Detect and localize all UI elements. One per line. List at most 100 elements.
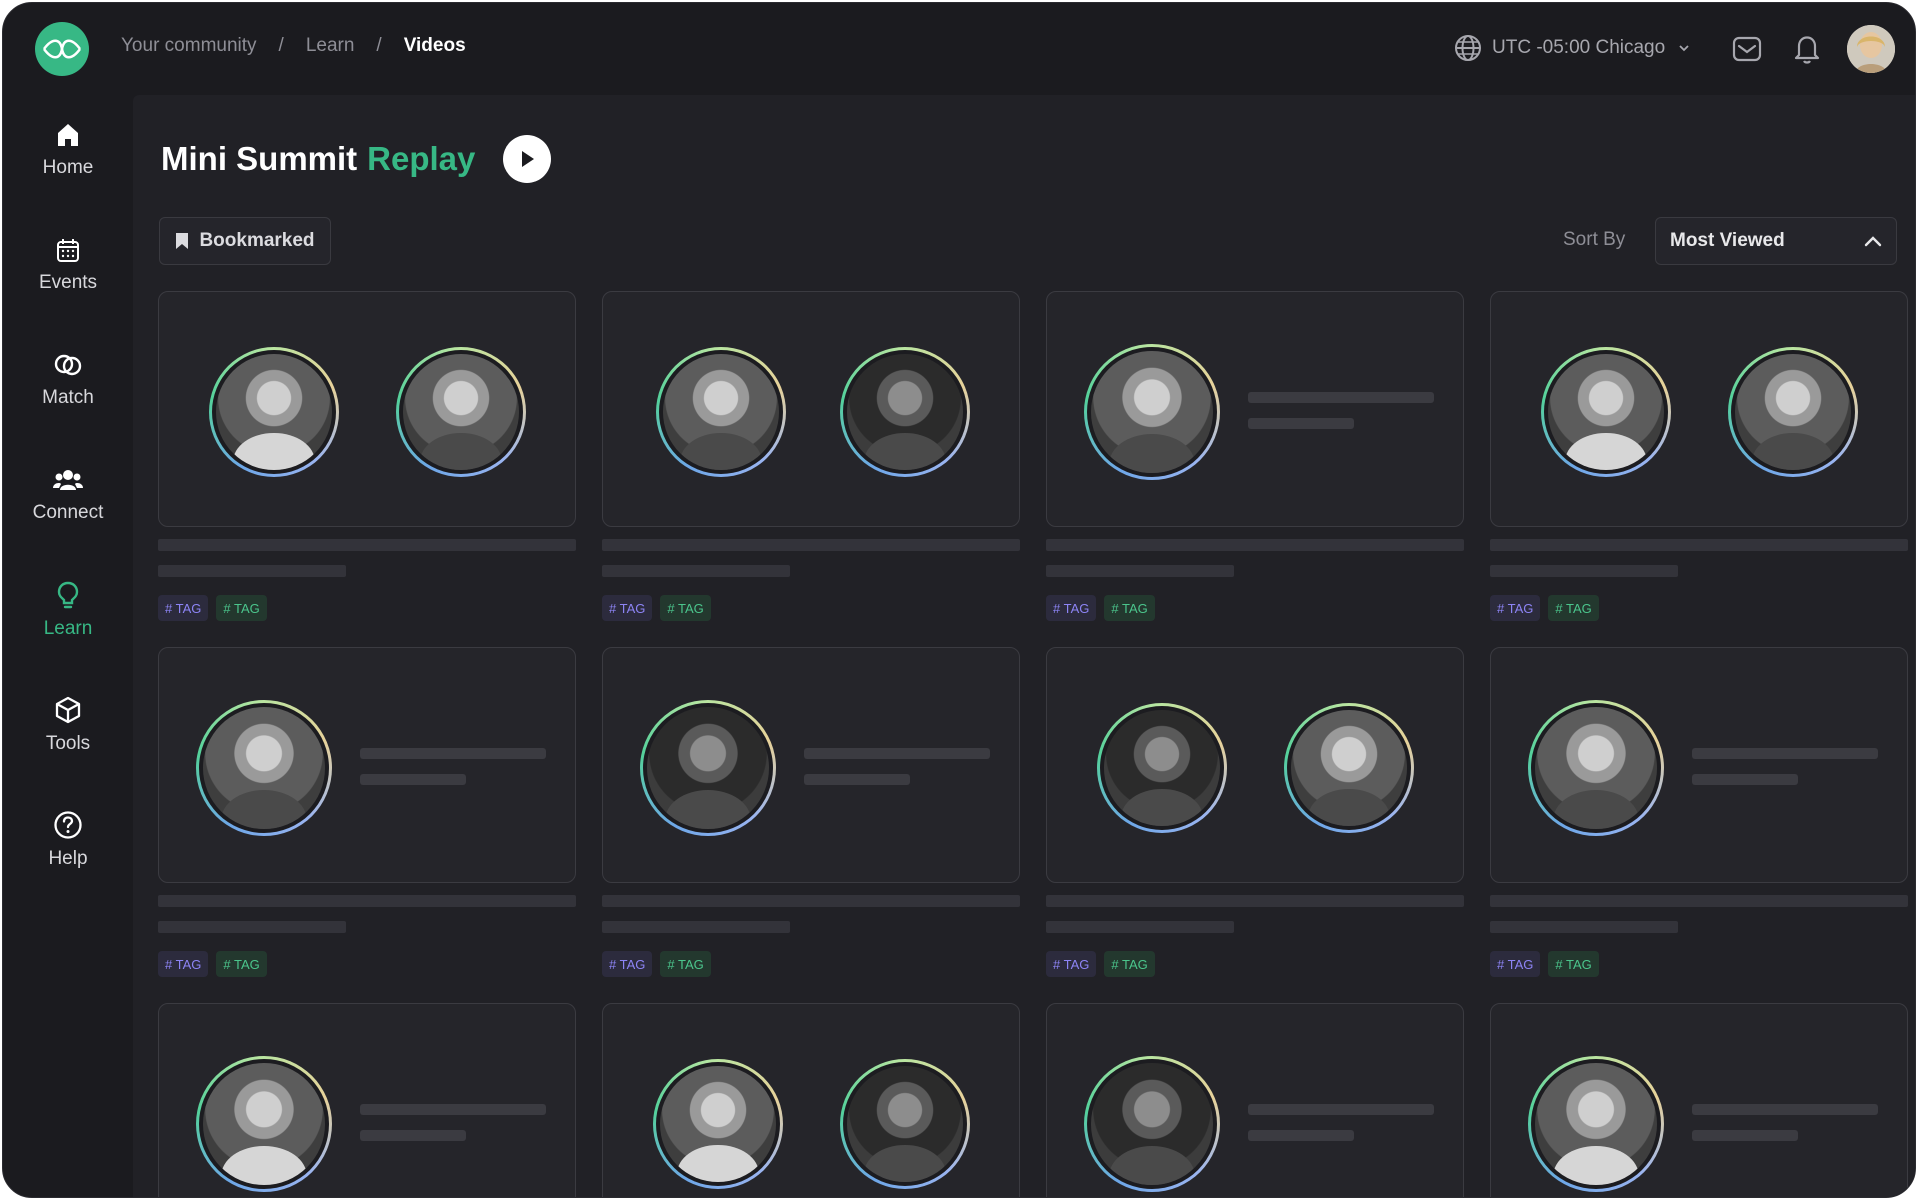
lightbulb-icon (57, 581, 79, 609)
user-avatar[interactable] (1847, 25, 1895, 73)
video-thumbnail[interactable] (602, 291, 1020, 527)
sidebar-item-help[interactable]: Help (3, 795, 133, 885)
tag-list: # TAG # TAG (1490, 595, 1599, 621)
notifications-button[interactable] (1789, 31, 1825, 67)
tag-badge[interactable]: # TAG (602, 595, 653, 621)
speaker-avatar (1084, 344, 1220, 480)
tag-badge[interactable]: # TAG (1104, 595, 1155, 621)
speaker-avatar (840, 347, 970, 477)
tag-badge[interactable]: # TAG (158, 951, 209, 977)
logo[interactable] (35, 22, 89, 76)
video-thumbnail[interactable] (1046, 1003, 1464, 1197)
title-placeholder (158, 895, 576, 907)
title-placeholder (1490, 539, 1908, 551)
main-panel: Mini Summit Replay Bookmarked Sort By Mos… (133, 95, 1915, 1197)
tag-badge[interactable]: # TAG (1104, 951, 1155, 977)
tag-badge[interactable]: # TAG (216, 951, 267, 977)
play-button[interactable] (503, 135, 552, 183)
breadcrumb-videos: Videos (403, 35, 466, 56)
box-icon (55, 696, 81, 724)
speaker-role-placeholder (360, 774, 466, 785)
video-thumbnail[interactable] (602, 1003, 1020, 1197)
speaker-role-placeholder (1248, 1130, 1354, 1141)
tag-list: # TAG # TAG (602, 951, 711, 977)
tag-list: # TAG # TAG (158, 595, 267, 621)
sidebar-item-connect[interactable]: Connect (3, 450, 133, 540)
tag-badge[interactable]: # TAG (1490, 951, 1541, 977)
subtitle-placeholder (158, 921, 346, 933)
video-thumbnail[interactable] (1490, 1003, 1908, 1197)
speaker-role-placeholder (360, 1130, 466, 1141)
breadcrumb-separator: / (376, 35, 382, 56)
video-thumbnail[interactable] (1046, 647, 1464, 883)
avatar-image (1847, 25, 1895, 73)
speaker-name-placeholder (804, 748, 990, 759)
title-placeholder (158, 539, 576, 551)
video-thumbnail[interactable] (1490, 291, 1908, 527)
tag-badge[interactable]: # TAG (660, 595, 711, 621)
bookmarked-filter-button[interactable]: Bookmarked (159, 217, 331, 265)
subtitle-placeholder (1490, 565, 1678, 577)
breadcrumb: Your community / Learn / Videos (121, 35, 466, 57)
title-placeholder (602, 539, 1020, 551)
video-thumbnail[interactable] (158, 1003, 576, 1197)
sidebar-item-tools[interactable]: Tools (3, 680, 133, 770)
speaker-name-placeholder (1248, 1104, 1434, 1115)
tag-badge[interactable]: # TAG (1548, 951, 1599, 977)
tag-list: # TAG # TAG (1046, 595, 1155, 621)
breadcrumb-separator: / (278, 35, 284, 56)
speaker-avatar (196, 1056, 332, 1192)
messages-button[interactable] (1729, 31, 1765, 67)
chevron-down-icon (1679, 45, 1689, 52)
title-placeholder (1490, 895, 1908, 907)
speaker-avatar (840, 1059, 970, 1189)
video-thumbnail[interactable] (1490, 647, 1908, 883)
tag-badge[interactable]: # TAG (1046, 595, 1097, 621)
home-icon (58, 124, 78, 146)
speaker-avatar (1528, 700, 1664, 836)
sidebar-item-label: Learn (43, 618, 93, 639)
sort-select[interactable]: Most Viewed (1655, 217, 1897, 265)
speaker-role-placeholder (1248, 418, 1354, 429)
page-header: Mini Summit Replay (161, 135, 552, 183)
video-thumbnail[interactable] (1046, 291, 1464, 527)
bell-icon (1794, 36, 1820, 64)
speaker-avatar (1528, 1056, 1664, 1192)
logo-icon (42, 39, 82, 59)
subtitle-placeholder (1046, 921, 1234, 933)
sort-by-label: Sort By (1563, 229, 1626, 250)
sidebar-item-events[interactable]: Events (3, 220, 133, 310)
sidebar-item-home[interactable]: Home (3, 105, 133, 195)
inbox-icon (1732, 36, 1762, 62)
sidebar-item-label: Tools (45, 733, 91, 754)
tag-badge[interactable]: # TAG (158, 595, 209, 621)
page-title-text: Mini Summit (161, 140, 358, 177)
subtitle-placeholder (602, 565, 790, 577)
video-thumbnail[interactable] (602, 647, 1020, 883)
tag-badge[interactable]: # TAG (216, 595, 267, 621)
calendar-icon (57, 239, 79, 262)
tag-badge[interactable]: # TAG (602, 951, 653, 977)
sidebar-item-label: Connect (32, 502, 104, 523)
people-icon (53, 470, 83, 490)
timezone-selector[interactable]: UTC -05:00 Chicago (1453, 33, 1690, 63)
video-thumbnail[interactable] (158, 291, 576, 527)
sidebar-item-learn[interactable]: Learn (3, 565, 133, 655)
breadcrumb-learn[interactable]: Learn (306, 35, 355, 57)
tag-badge[interactable]: # TAG (1490, 595, 1541, 621)
speaker-name-placeholder (360, 1104, 546, 1115)
speaker-avatar (1541, 347, 1671, 477)
breadcrumb-community[interactable]: Your community (121, 35, 257, 57)
app-window: Your community / Learn / Videos UTC -05:… (2, 2, 1916, 1198)
tag-list: # TAG # TAG (158, 951, 267, 977)
tag-badge[interactable]: # TAG (660, 951, 711, 977)
bookmarked-label: Bookmarked (199, 230, 315, 251)
title-placeholder (1046, 895, 1464, 907)
tag-list: # TAG # TAG (1046, 951, 1155, 977)
tag-badge[interactable]: # TAG (1046, 951, 1097, 977)
speaker-name-placeholder (1692, 748, 1878, 759)
speaker-role-placeholder (804, 774, 910, 785)
tag-badge[interactable]: # TAG (1548, 595, 1599, 621)
sidebar-item-match[interactable]: Match (3, 335, 133, 425)
video-thumbnail[interactable] (158, 647, 576, 883)
